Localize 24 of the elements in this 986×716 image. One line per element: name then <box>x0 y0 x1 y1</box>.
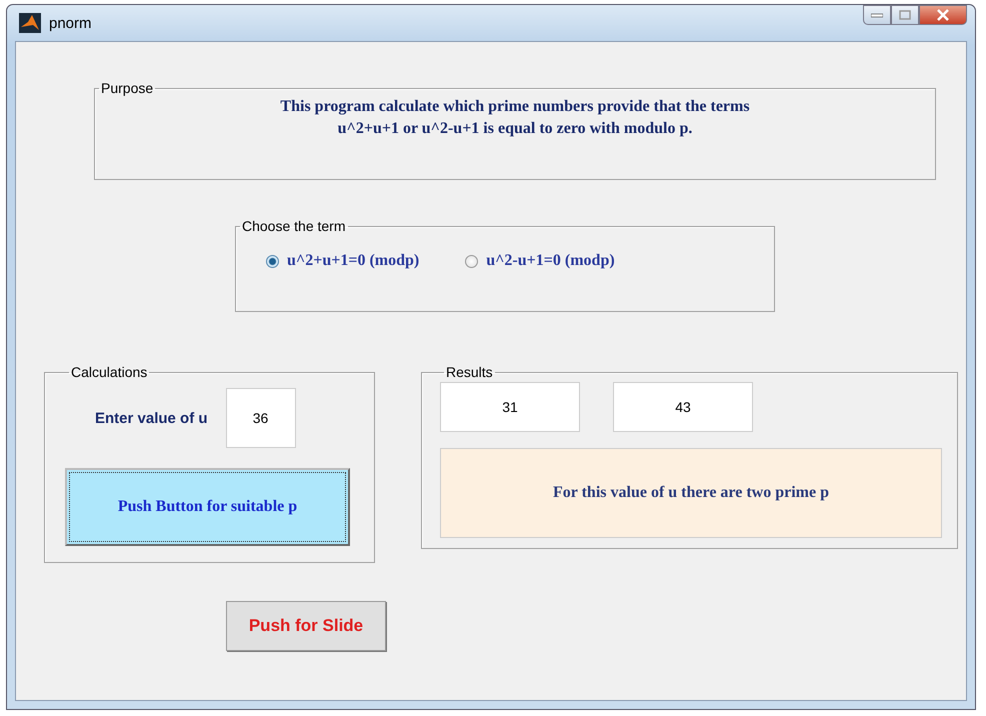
maximize-icon <box>899 10 911 20</box>
panel-title: Purpose <box>100 80 154 96</box>
minimize-icon <box>871 12 883 18</box>
suitable-p-button[interactable]: Push Button for suitable p <box>65 468 350 546</box>
radio-option[interactable]: u^2+u+1=0 (modp) <box>266 252 420 270</box>
radio-option[interactable]: u^2-u+1=0 (modp) <box>465 252 615 270</box>
purpose-text: This program calculate which prime numbers provide that the terms u^2+u+1 or u^2-u+1 is equal to zero with modulo p. <box>279 97 751 139</box>
window-title: pnorm <box>49 14 92 32</box>
u-input-field[interactable]: 36 <box>226 388 296 448</box>
radio-button[interactable] <box>465 254 478 268</box>
close-button[interactable] <box>919 5 967 25</box>
close-icon <box>936 9 950 21</box>
maximize-button[interactable] <box>891 5 919 25</box>
app-logo-icon <box>19 13 41 33</box>
radio-button[interactable] <box>266 254 279 268</box>
slide-button[interactable]: Push for Slide <box>226 601 386 651</box>
u-label: Enter value of u <box>95 410 208 426</box>
result-field[interactable]: 43 <box>613 382 753 432</box>
panel-title: Calculations <box>70 364 148 380</box>
panel-title: Choose the term <box>241 218 346 234</box>
minimize-button[interactable] <box>863 5 891 25</box>
panel-title: Results <box>445 364 494 380</box>
result-message: For this value of u there are two prime p <box>440 448 942 538</box>
result-field[interactable]: 31 <box>440 382 580 432</box>
